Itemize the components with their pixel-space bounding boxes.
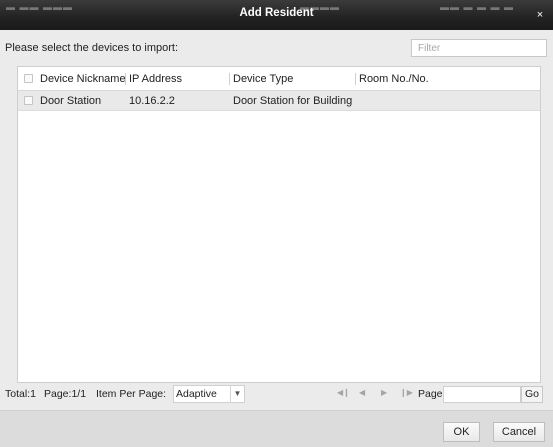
add-resident-dialog: Please select the devices to import: Dev… <box>0 30 553 447</box>
cell-device-type: Door Station for Building <box>233 94 353 107</box>
cell-ip-address: 10.16.2.2 <box>129 94 175 107</box>
title-bar: ▬ ▬▬ ▬▬▬ ▬▬▬▬ ▬▬ ▬ ▬ ▬ ▬ Add Resident × <box>0 0 553 30</box>
chevron-down-icon[interactable]: ▼ <box>230 386 244 402</box>
cancel-button[interactable]: Cancel <box>493 422 545 442</box>
items-per-page-value: Adaptive <box>176 388 217 400</box>
column-divider <box>229 73 230 85</box>
table-row[interactable]: Door Station 10.16.2.2 Door Station for … <box>18 91 540 111</box>
page-indicator: Page:1/1 <box>44 388 87 400</box>
device-table: Device Nickname IP Address Device Type R… <box>17 66 541 383</box>
page-number-input[interactable] <box>443 386 521 403</box>
cell-device-nickname: Door Station <box>40 94 102 107</box>
select-devices-prompt: Please select the devices to import: <box>5 42 179 54</box>
table-header: Device Nickname IP Address Device Type R… <box>18 67 540 91</box>
column-header-device-nickname[interactable]: Device Nickname <box>40 67 126 90</box>
last-page-icon[interactable]: ❙▶ <box>400 388 413 397</box>
row-checkbox[interactable] <box>24 96 33 105</box>
dialog-button-bar: OK Cancel <box>0 410 553 447</box>
column-header-room-no[interactable]: Room No./No. <box>359 67 429 90</box>
column-header-ip-address[interactable]: IP Address <box>129 67 182 90</box>
pagination-bar: Total:1 Page:1/1 Item Per Page: Adaptive… <box>0 383 553 405</box>
items-per-page-label: Item Per Page: <box>96 388 167 400</box>
items-per-page-select[interactable]: Adaptive ▼ <box>173 385 245 403</box>
close-icon[interactable]: × <box>533 8 547 22</box>
select-all-checkbox[interactable] <box>24 74 33 83</box>
filter-input[interactable] <box>411 39 547 57</box>
go-button[interactable]: Go <box>521 386 543 403</box>
column-divider <box>355 73 356 85</box>
total-count: Total:1 <box>5 388 36 400</box>
dialog-title: Add Resident <box>239 7 314 19</box>
column-divider <box>125 73 126 85</box>
prev-page-icon[interactable]: ◀ <box>359 388 365 397</box>
page-label: Page <box>418 388 443 400</box>
column-header-device-type[interactable]: Device Type <box>233 67 293 90</box>
next-page-icon[interactable]: ▶ <box>381 388 387 397</box>
ok-button[interactable]: OK <box>443 422 480 442</box>
first-page-icon[interactable]: ◀❙ <box>337 388 350 397</box>
